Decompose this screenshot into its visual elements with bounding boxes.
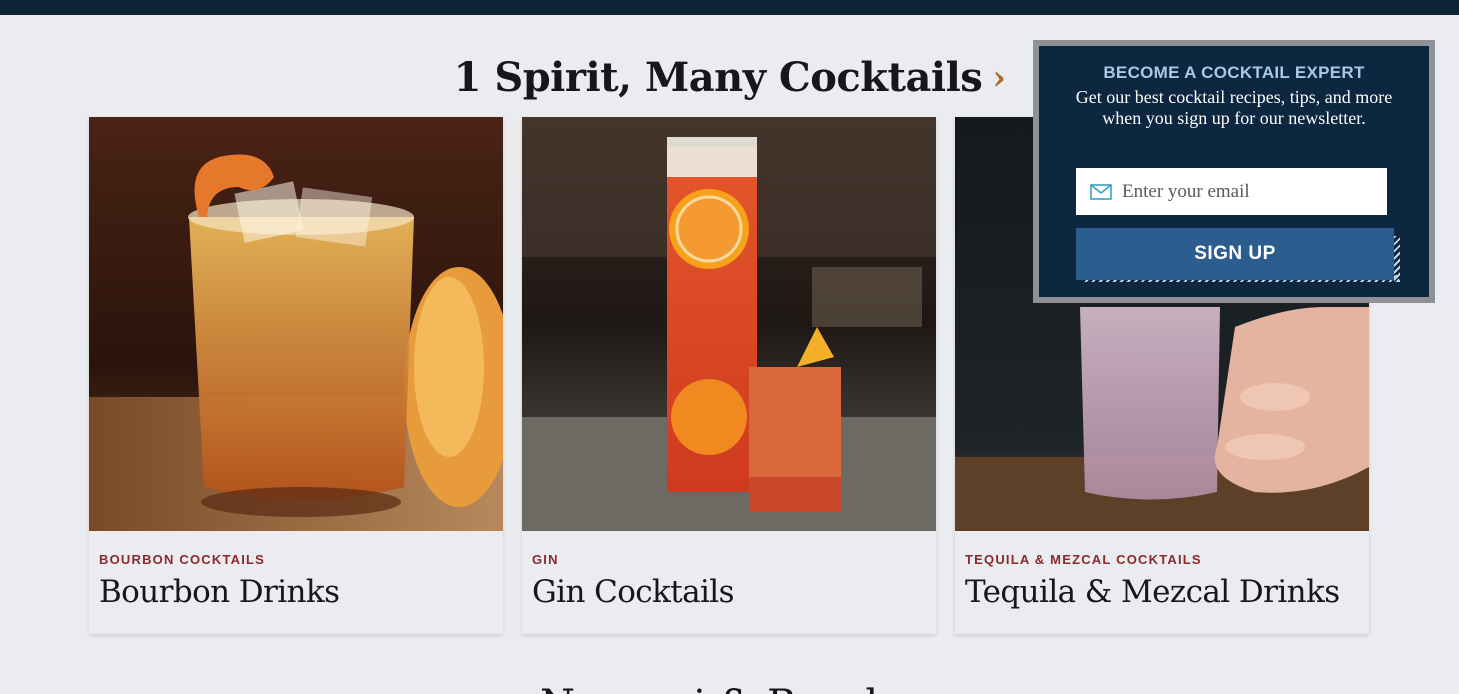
sign-up-button[interactable]: SIGN UP [1076,228,1394,280]
gin-drink-image [522,117,936,531]
section-heading-text[interactable]: 1 Spirit, Many Cocktails [454,54,983,101]
card-image-gin[interactable] [522,117,936,531]
card-category[interactable]: BOURBON COCKTAILS [99,552,265,567]
card-title[interactable]: Gin Cocktails [532,573,735,611]
card-bourbon[interactable]: BOURBON COCKTAILS Bourbon Drinks [89,117,503,634]
newsletter-popup: BECOME A COCKTAIL EXPERT Get our best co… [1033,40,1435,303]
card-category[interactable]: GIN [532,552,559,567]
newsletter-title: BECOME A COCKTAIL EXPERT [1103,63,1365,82]
card-image-bourbon[interactable] [89,117,503,531]
chevron-right-icon[interactable]: › [992,54,1006,102]
card-gin[interactable]: GIN Gin Cocktails [522,117,936,634]
top-nav-bar [0,0,1459,15]
next-section-heading[interactable]: Negroni & Bourbon [540,682,941,694]
card-category[interactable]: TEQUILA & MEZCAL COCKTAILS [965,552,1202,567]
card-title[interactable]: Tequila & Mezcal Drinks [965,573,1340,611]
card-title[interactable]: Bourbon Drinks [99,573,340,611]
newsletter-description: Get our best cocktail recipes, tips, and… [1075,87,1393,128]
bourbon-drink-image [89,117,503,531]
email-field[interactable] [1076,168,1387,215]
mail-icon [1090,183,1112,200]
email-input[interactable] [1122,180,1372,203]
